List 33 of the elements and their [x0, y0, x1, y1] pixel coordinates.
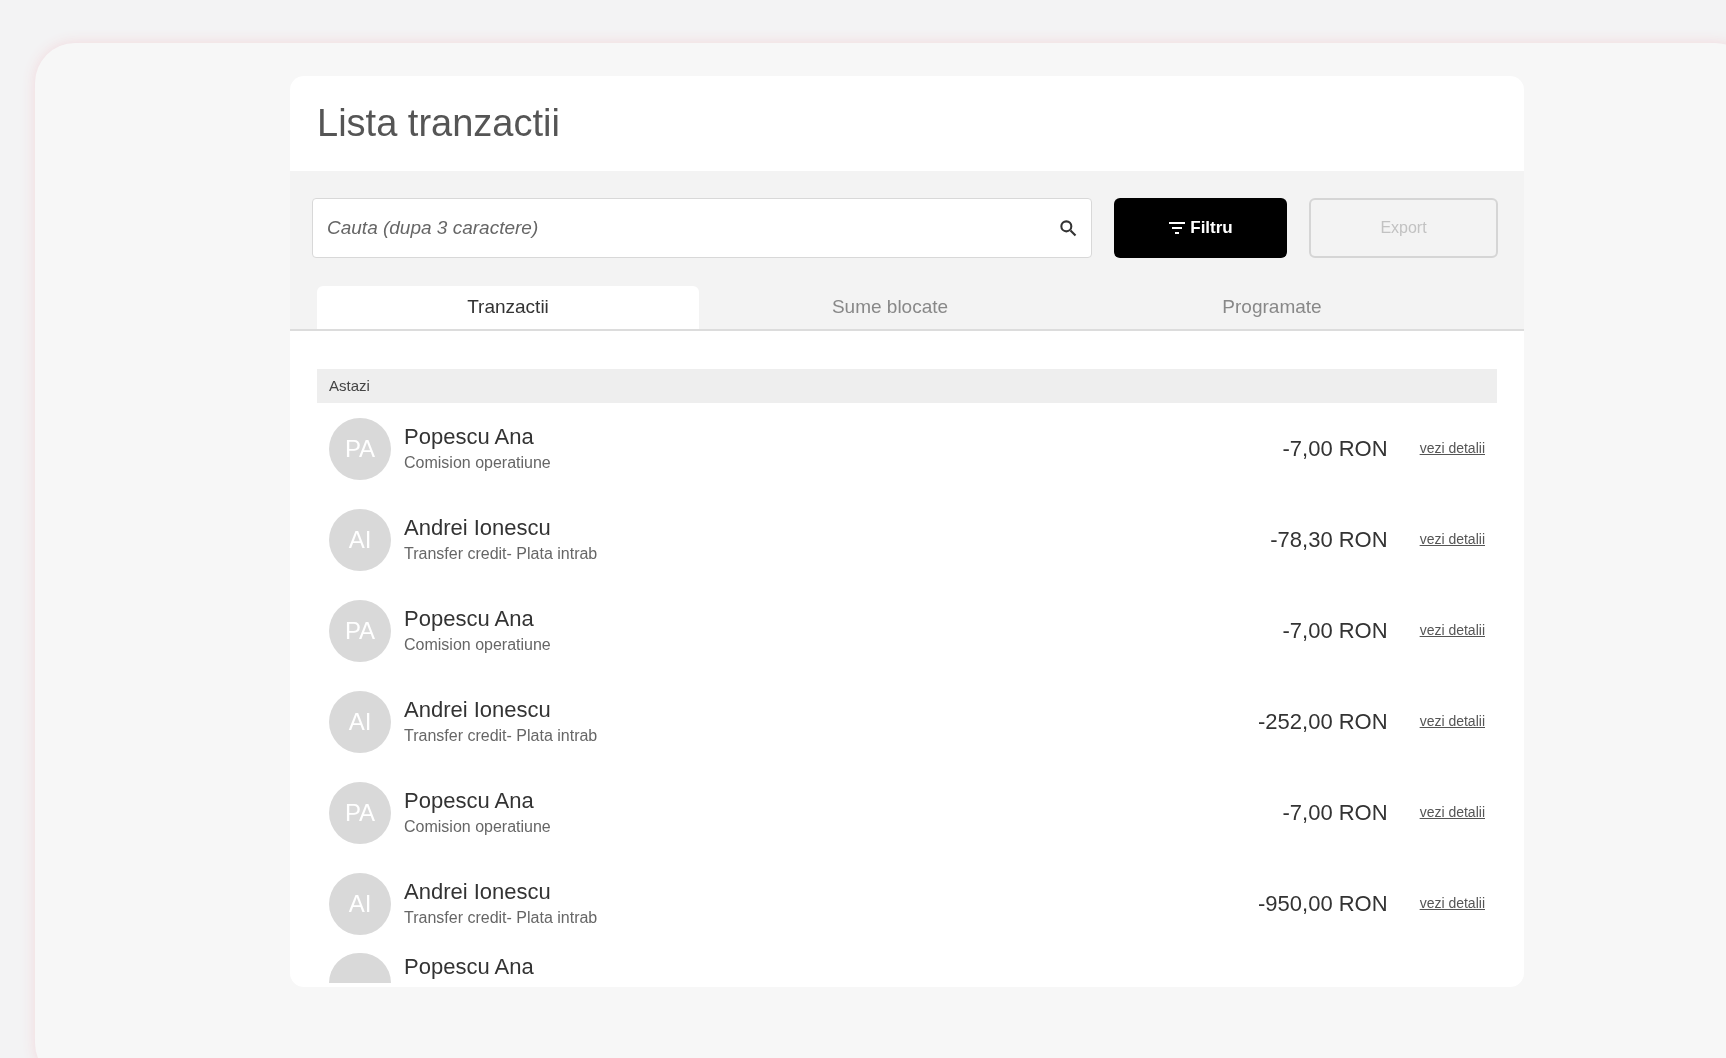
transaction-description: Comision operatiune [404, 634, 551, 655]
amount: -78,30 RON [1270, 526, 1388, 554]
amount: -7,00 RON [1282, 435, 1388, 463]
search-icon [1058, 218, 1078, 238]
amount: -7,00 RON [1282, 799, 1388, 827]
contact-name: Andrei Ionescu [404, 877, 551, 906]
transaction-description: Transfer credit- Plata intrab [404, 907, 598, 928]
tab[interactable]: Tranzactii [317, 286, 699, 329]
contact-name: Andrei Ionescu [404, 513, 551, 542]
transaction-description: Transfer credit- Plata intrab [404, 725, 598, 746]
details-link[interactable]: vezi detalii [1419, 802, 1485, 823]
page-title: Lista tranzactii [317, 101, 560, 146]
amount: -7,00 RON [1282, 617, 1388, 645]
group-header: Astazi [317, 369, 1497, 403]
filter-icon [1168, 221, 1187, 235]
filter-button[interactable]: Filtru [1114, 198, 1287, 258]
details-link[interactable]: vezi detalii [1419, 529, 1485, 550]
details-link[interactable]: vezi detalii [1419, 893, 1485, 914]
amount: -252,00 RON [1258, 708, 1388, 736]
transaction-description: Comision operatiune [404, 452, 551, 473]
contact-name: Popescu Ana [404, 604, 534, 633]
details-link[interactable]: vezi detalii [1419, 711, 1485, 732]
contact-name: Andrei Ionescu [404, 695, 551, 724]
details-link[interactable]: vezi detalii [1419, 620, 1485, 641]
transaction-description: Comision operatiune [404, 816, 551, 837]
contact-name: Popescu Ana [404, 422, 534, 451]
contact-name: Popescu Ana [404, 953, 534, 981]
transaction-description: Transfer credit- Plata intrab [404, 543, 598, 564]
details-link[interactable]: vezi detalii [1419, 438, 1485, 459]
amount: -950,00 RON [1258, 890, 1388, 918]
avatar [329, 953, 391, 983]
contact-name: Popescu Ana [404, 786, 534, 815]
search-field[interactable]: Cauta (dupa 3 caractere) [312, 198, 1092, 258]
